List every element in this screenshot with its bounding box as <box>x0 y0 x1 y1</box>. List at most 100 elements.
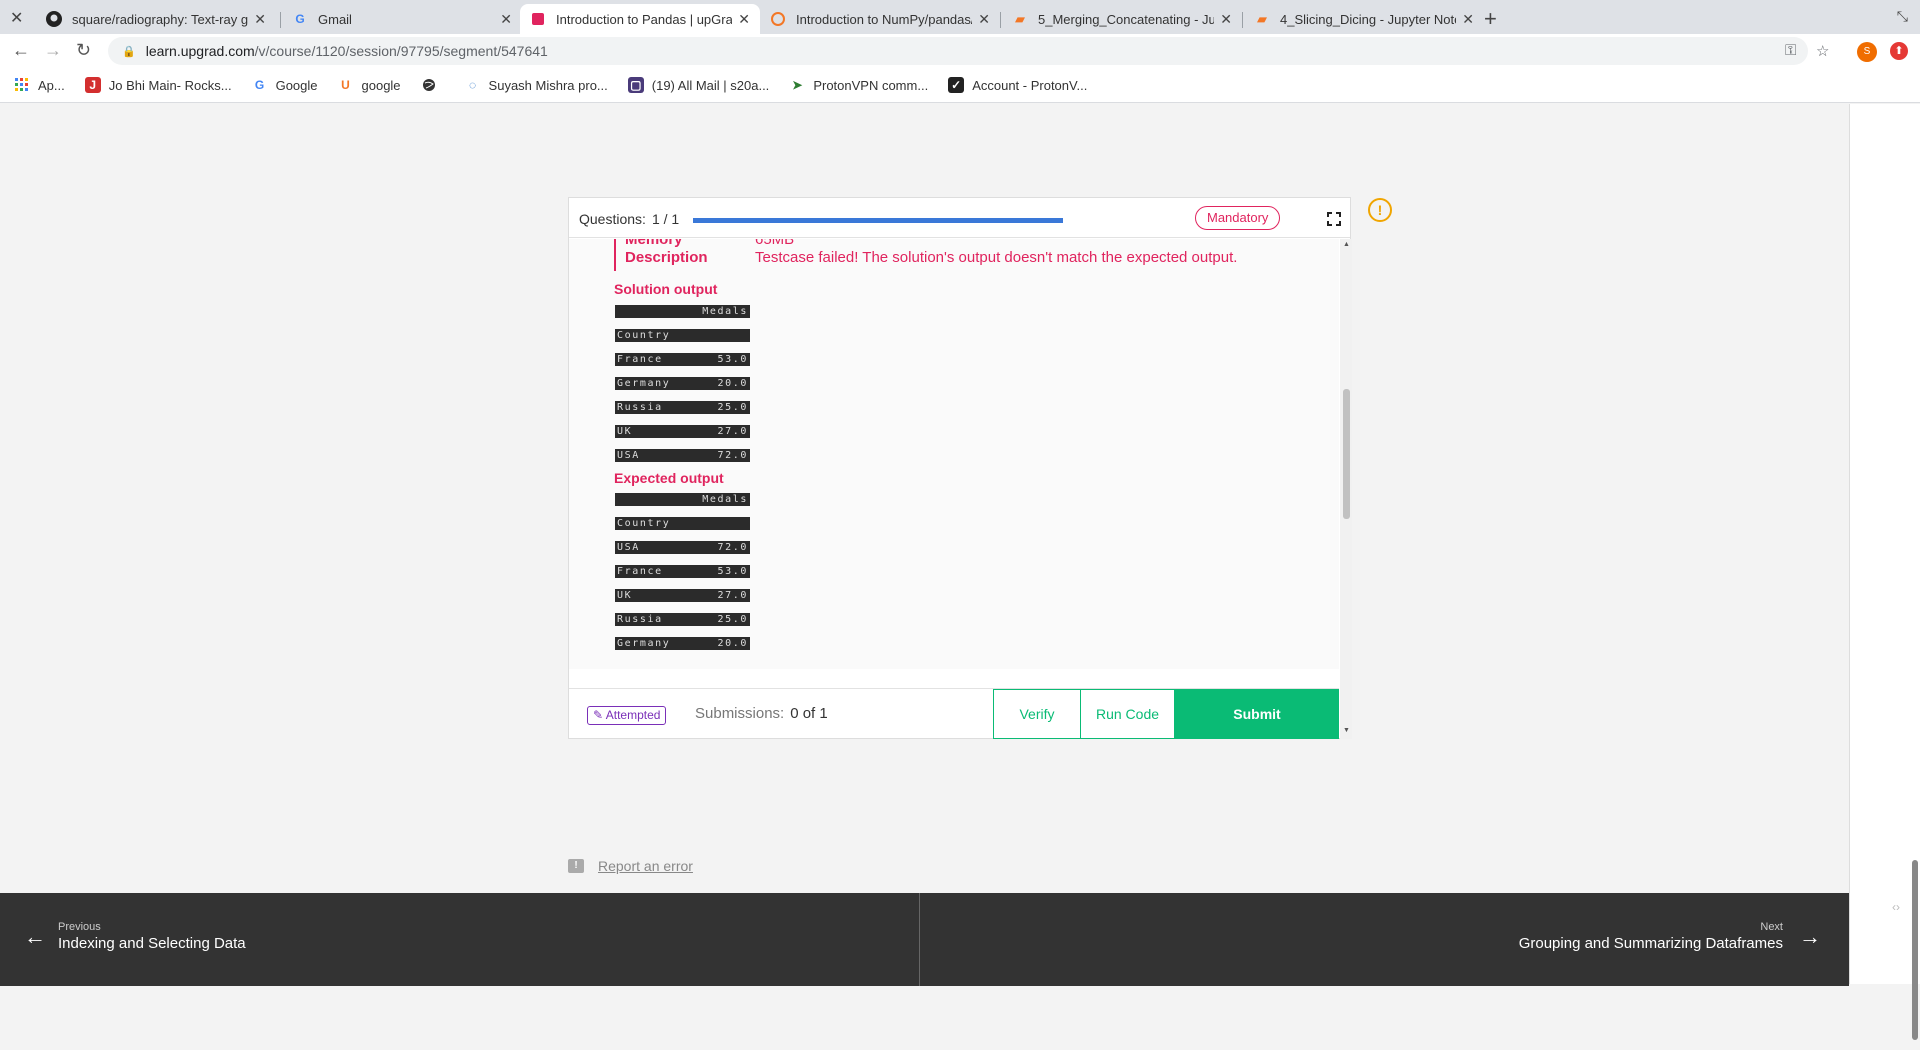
key-icon[interactable]: ⚿ <box>1785 42 1796 59</box>
submissions-label: Submissions: <box>695 705 785 722</box>
send-icon: ➤ <box>792 78 803 92</box>
restore-window-icon[interactable]: ⤡ <box>1897 8 1908 25</box>
report-icon: ! <box>568 859 584 873</box>
bookmark-jo-bhi-main[interactable]: J Jo Bhi Main- Rocks... <box>84 77 232 93</box>
row-value: 53.0 <box>717 566 748 577</box>
question-footer: ✎ Attempted Submissions: 0 of 1 Verify Ru… <box>569 688 1339 739</box>
bookmark-protonvpn[interactable]: ➤ ProtonVPN comm... <box>789 77 928 93</box>
previous-segment-link[interactable]: ← Previous Indexing and Selecting Data <box>24 921 246 952</box>
memory-value: 65MB <box>755 239 795 248</box>
submit-button[interactable]: Submit <box>1175 689 1339 739</box>
url-domain: learn.upgrad.com <box>145 43 255 59</box>
segment-navigation: ← Previous Indexing and Selecting Data N… <box>0 893 1849 986</box>
arrow-right-icon: → <box>1799 923 1821 949</box>
question-label: Questions: <box>579 211 646 227</box>
shield-check-icon: ✓ <box>948 77 965 93</box>
run-code-button[interactable]: Run Code <box>1080 689 1175 739</box>
output-row: USA 72.0 <box>615 541 750 554</box>
tab-github[interactable]: square/radiography: Text-ray g ✕ <box>36 4 276 34</box>
scroll-up-icon[interactable]: ▲ <box>1343 241 1350 248</box>
forward-icon[interactable]: → <box>44 40 62 61</box>
description-label: Description <box>625 249 708 266</box>
row-value: 20.0 <box>717 378 748 389</box>
output-row: Medals <box>615 493 750 506</box>
loop-icon: ◌ <box>468 78 477 92</box>
row-value: 72.0 <box>717 542 748 553</box>
bookmark-all-mail[interactable]: ▢ (19) All Mail | s20a... <box>627 77 770 93</box>
close-icon[interactable]: ✕ <box>978 11 990 28</box>
warning-icon[interactable]: ! <box>1368 198 1392 222</box>
back-icon[interactable]: ← <box>12 40 30 61</box>
row-label: USA <box>617 542 640 553</box>
scroll-down-icon[interactable]: ▼ <box>1343 727 1350 734</box>
bookmark-google-2[interactable]: U google <box>338 77 400 93</box>
close-icon[interactable]: ✕ <box>10 8 23 28</box>
notebook-icon: ▰ <box>1015 12 1025 26</box>
previous-label: Previous <box>58 921 101 933</box>
bookmark-label: Jo Bhi Main- Rocks... <box>108 77 232 93</box>
pencil-icon: ✎ <box>593 708 604 722</box>
bookmark-apps[interactable]: Ap... <box>14 77 65 93</box>
tab-title: square/radiography: Text-ray g <box>72 11 249 27</box>
row-value: 25.0 <box>717 614 748 625</box>
tab-upgrad[interactable]: Introduction to Pandas | upGra ✕ <box>520 4 760 34</box>
row-value: Medals <box>702 494 748 505</box>
question-progress-bar <box>693 218 1063 223</box>
output-row: Germany 20.0 <box>615 377 750 390</box>
bookmark-label: Suyash Mishra pro... <box>488 77 608 93</box>
output-row: Country <box>615 517 750 530</box>
collapse-panel-icon[interactable]: ‹› <box>1892 900 1900 914</box>
bookmark-label: Google <box>275 77 318 93</box>
profile-avatar[interactable]: S <box>1857 42 1877 62</box>
bookmark-suyash[interactable]: ◌ Suyash Mishra pro... <box>465 77 608 93</box>
google-icon: G <box>254 78 265 92</box>
row-label: France <box>617 566 663 577</box>
card-scrollbar[interactable]: ▲ ▼ <box>1340 239 1352 739</box>
close-icon[interactable]: ✕ <box>254 11 266 28</box>
tab-separator <box>1242 12 1243 28</box>
verify-button[interactable]: Verify <box>993 689 1081 739</box>
report-error[interactable]: ! Report an error <box>568 858 693 874</box>
tab-gmail[interactable]: G Gmail ✕ <box>282 4 522 34</box>
close-icon[interactable]: ✕ <box>1220 11 1232 28</box>
row-label: Country <box>617 330 671 341</box>
reload-icon[interactable]: ↻ <box>76 40 91 61</box>
extension-icon[interactable]: ⬆ <box>1890 42 1908 60</box>
previous-title: Indexing and Selecting Data <box>58 935 246 952</box>
tab-title: 4_Slicing_Dicing - Jupyter Noteb <box>1280 11 1457 27</box>
memory-label: Memory <box>625 239 683 248</box>
bookmark-label: (19) All Mail | s20a... <box>651 77 770 93</box>
page-scrollbar-thumb[interactable] <box>1912 860 1918 1040</box>
tab-title: Introduction to Pandas | upGra <box>556 11 733 27</box>
new-tab-icon[interactable]: + <box>1484 6 1497 32</box>
output-row: France 53.0 <box>615 353 750 366</box>
row-value: 53.0 <box>717 354 748 365</box>
tab-slicing[interactable]: ▰ 4_Slicing_Dicing - Jupyter Noteb ✕ <box>1244 4 1484 34</box>
bookmark-account-proton[interactable]: ✓ Account - ProtonV... <box>948 77 1087 93</box>
close-icon[interactable]: ✕ <box>738 11 750 28</box>
test-result-panel: Memory 65MB Description Testcase failed!… <box>569 239 1339 669</box>
row-value: 27.0 <box>717 590 748 601</box>
next-segment-link[interactable]: Next Grouping and Summarizing Dataframes… <box>1519 921 1821 952</box>
row-label: Germany <box>617 638 671 649</box>
row-value: Medals <box>702 306 748 317</box>
close-icon[interactable]: ✕ <box>500 11 512 28</box>
row-value: 27.0 <box>717 426 748 437</box>
question-card: Questions: 1 / 1 Mandatory Memory 65MB De… <box>568 197 1352 739</box>
address-bar[interactable]: 🔒 learn.upgrad.com/v/course/1120/session… <box>108 37 1808 65</box>
row-label: Russia <box>617 614 663 625</box>
tab-separator <box>280 12 281 28</box>
bookmark-google[interactable]: G Google <box>252 77 318 93</box>
tab-merging[interactable]: ▰ 5_Merging_Concatenating - Ju ✕ <box>1002 4 1242 34</box>
arrow-left-icon: ← <box>24 923 46 949</box>
close-icon[interactable]: ✕ <box>1462 11 1474 28</box>
row-value: 25.0 <box>717 402 748 413</box>
row-value: 72.0 <box>717 450 748 461</box>
fullscreen-icon[interactable] <box>1327 212 1341 226</box>
tab-numpy[interactable]: Introduction to NumPy/pandas/ ✕ <box>760 4 1000 34</box>
bookmark-globe[interactable] <box>421 77 445 93</box>
star-icon[interactable]: ☆ <box>1816 42 1829 60</box>
scrollbar-thumb[interactable] <box>1343 389 1350 519</box>
bookmark-label: Account - ProtonV... <box>972 77 1088 93</box>
report-error-link[interactable]: Report an error <box>598 858 693 874</box>
